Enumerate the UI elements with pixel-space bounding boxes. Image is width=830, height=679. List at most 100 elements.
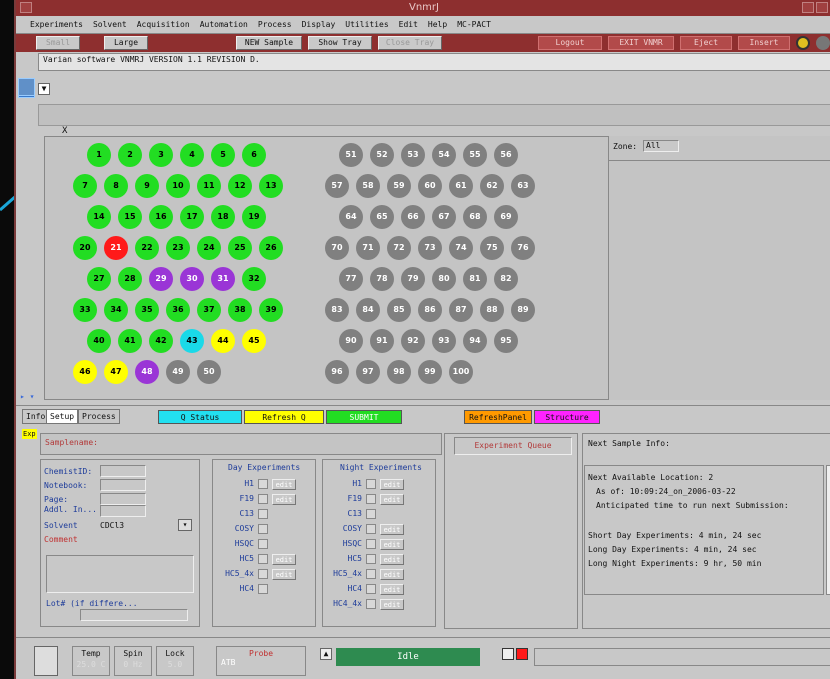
- exit-vnmr-button[interactable]: EXIT VNMR: [608, 36, 674, 50]
- stop-icon[interactable]: [502, 648, 514, 660]
- sample-well[interactable]: 30: [180, 267, 204, 291]
- sample-well[interactable]: 91: [370, 329, 394, 353]
- edit-button[interactable]: edit: [380, 539, 404, 550]
- sample-well[interactable]: 99: [418, 360, 442, 384]
- sample-well[interactable]: 89: [511, 298, 535, 322]
- sample-well[interactable]: 76: [511, 236, 535, 260]
- experiment-checkbox[interactable]: [258, 539, 268, 549]
- edit-button[interactable]: edit: [380, 584, 404, 595]
- dropdown-arrow-icon[interactable]: ▼: [38, 83, 50, 95]
- page-field[interactable]: [100, 493, 146, 505]
- sample-well[interactable]: 3: [149, 143, 173, 167]
- edit-button[interactable]: edit: [380, 524, 404, 535]
- tool-icon[interactable]: [18, 78, 35, 96]
- sample-well[interactable]: 74: [449, 236, 473, 260]
- logout-button[interactable]: Logout: [538, 36, 602, 50]
- experiment-checkbox[interactable]: [366, 509, 376, 519]
- menu-item[interactable]: Automation: [200, 20, 248, 29]
- sample-well[interactable]: 4: [180, 143, 204, 167]
- sample-well[interactable]: 29: [149, 267, 173, 291]
- menu-item[interactable]: Acquisition: [137, 20, 190, 29]
- record-icon[interactable]: [516, 648, 528, 660]
- sample-well[interactable]: 15: [118, 205, 142, 229]
- experiment-checkbox[interactable]: [366, 569, 376, 579]
- menu-item[interactable]: Help: [428, 20, 447, 29]
- sample-well[interactable]: 70: [325, 236, 349, 260]
- experiment-checkbox[interactable]: [366, 479, 376, 489]
- close-tray-button[interactable]: Close Tray: [378, 36, 442, 50]
- sample-well[interactable]: 10: [166, 174, 190, 198]
- comment-field[interactable]: [46, 555, 194, 593]
- next-scrollbar[interactable]: [826, 465, 830, 595]
- sample-well[interactable]: 19: [242, 205, 266, 229]
- sample-well[interactable]: 96: [325, 360, 349, 384]
- sample-well[interactable]: 48: [135, 360, 159, 384]
- sample-well[interactable]: 40: [87, 329, 111, 353]
- edit-button[interactable]: edit: [380, 479, 404, 490]
- submit-button[interactable]: SUBMIT: [326, 410, 402, 424]
- experiment-checkbox[interactable]: [258, 554, 268, 564]
- sample-well[interactable]: 92: [401, 329, 425, 353]
- sample-well[interactable]: 84: [356, 298, 380, 322]
- sample-well[interactable]: 50: [197, 360, 221, 384]
- experiment-checkbox[interactable]: [258, 569, 268, 579]
- sample-well[interactable]: 83: [325, 298, 349, 322]
- sample-well[interactable]: 12: [228, 174, 252, 198]
- menu-item[interactable]: Edit: [399, 20, 418, 29]
- sample-well[interactable]: 56: [494, 143, 518, 167]
- sample-well[interactable]: 64: [339, 205, 363, 229]
- sample-well[interactable]: 49: [166, 360, 190, 384]
- sample-well[interactable]: 55: [463, 143, 487, 167]
- sample-well[interactable]: 63: [511, 174, 535, 198]
- chemist-field[interactable]: [100, 465, 146, 477]
- sample-well[interactable]: 31: [211, 267, 235, 291]
- sample-well[interactable]: 73: [418, 236, 442, 260]
- sample-well[interactable]: 45: [242, 329, 266, 353]
- tab-process[interactable]: Process: [78, 409, 120, 424]
- edit-button[interactable]: edit: [272, 479, 296, 490]
- sample-well[interactable]: 20: [73, 236, 97, 260]
- left-expand-icon[interactable]: ▸ ▾: [20, 392, 34, 401]
- sample-well[interactable]: 25: [228, 236, 252, 260]
- sample-well[interactable]: 21: [104, 236, 128, 260]
- solvent-dropdown-icon[interactable]: ▾: [178, 519, 192, 531]
- sample-well[interactable]: 75: [480, 236, 504, 260]
- experiment-checkbox[interactable]: [366, 539, 376, 549]
- edit-button[interactable]: edit: [380, 599, 404, 610]
- sample-well[interactable]: 77: [339, 267, 363, 291]
- menu-item[interactable]: Process: [258, 20, 292, 29]
- sample-well[interactable]: 53: [401, 143, 425, 167]
- edit-button[interactable]: edit: [380, 554, 404, 565]
- sample-well[interactable]: 24: [197, 236, 221, 260]
- q-status-button[interactable]: Q Status: [158, 410, 242, 424]
- sample-well[interactable]: 23: [166, 236, 190, 260]
- sample-well[interactable]: 58: [356, 174, 380, 198]
- sample-well[interactable]: 81: [463, 267, 487, 291]
- structure-button[interactable]: Structure: [534, 410, 600, 424]
- sample-well[interactable]: 85: [387, 298, 411, 322]
- experiment-checkbox[interactable]: [366, 599, 376, 609]
- sample-well[interactable]: 90: [339, 329, 363, 353]
- sample-well[interactable]: 61: [449, 174, 473, 198]
- sample-well[interactable]: 2: [118, 143, 142, 167]
- notebook-field[interactable]: [100, 479, 146, 491]
- sample-well[interactable]: 38: [228, 298, 252, 322]
- sample-well[interactable]: 94: [463, 329, 487, 353]
- menu-item[interactable]: MC-PACT: [457, 20, 491, 29]
- sample-well[interactable]: 62: [480, 174, 504, 198]
- sample-well[interactable]: 14: [87, 205, 111, 229]
- sample-well[interactable]: 42: [149, 329, 173, 353]
- experiment-checkbox[interactable]: [258, 524, 268, 534]
- sample-well[interactable]: 16: [149, 205, 173, 229]
- sample-well[interactable]: 80: [432, 267, 456, 291]
- edit-button[interactable]: edit: [272, 554, 296, 565]
- sample-well[interactable]: 32: [242, 267, 266, 291]
- edit-button[interactable]: edit: [272, 494, 296, 505]
- refresh-q-button[interactable]: Refresh Q: [244, 410, 324, 424]
- sample-well[interactable]: 13: [259, 174, 283, 198]
- experiment-checkbox[interactable]: [258, 494, 268, 504]
- sample-well[interactable]: 33: [73, 298, 97, 322]
- sample-well[interactable]: 11: [197, 174, 221, 198]
- sample-well[interactable]: 26: [259, 236, 283, 260]
- sample-well[interactable]: 28: [118, 267, 142, 291]
